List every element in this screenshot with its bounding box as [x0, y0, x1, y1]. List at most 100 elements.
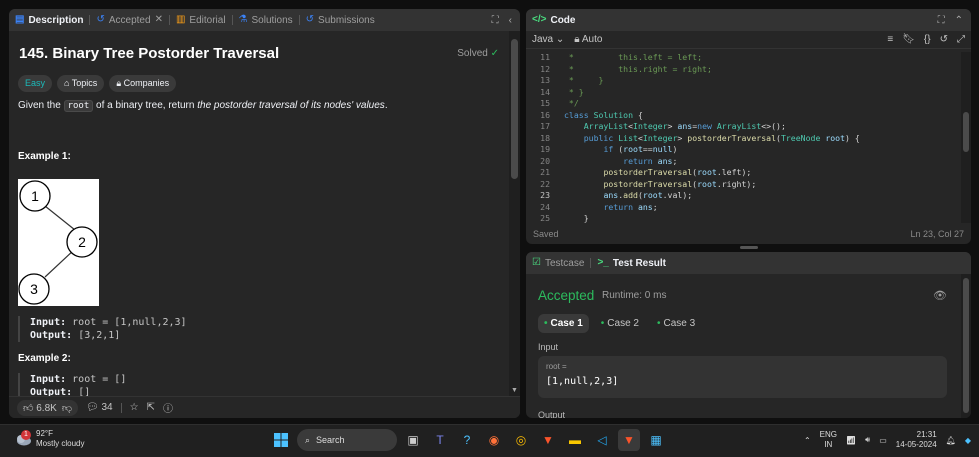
file-explorer-icon[interactable]: ▬ [564, 429, 586, 451]
scroll-thumb[interactable] [511, 39, 518, 179]
input-value: root = [] [72, 374, 127, 385]
code-line[interactable]: 19 if (root==null) [526, 144, 961, 156]
comments-button[interactable]: 💬︎ 34 [86, 402, 113, 413]
output-label: Output: [30, 387, 73, 396]
firefox-icon[interactable]: ◉ [483, 429, 505, 451]
share-icon[interactable]: ⇱ [147, 402, 155, 413]
autocomplete-mode[interactable]: 🔒︎ Auto [574, 34, 602, 45]
line-number: 22 [540, 178, 550, 189]
windows-start-icon[interactable] [270, 429, 292, 451]
code-editor[interactable]: 11 * this.left = left; 12 * this.right = … [526, 52, 961, 223]
code-line[interactable]: 12 * this.right = right; [526, 64, 961, 76]
code-line[interactable]: 14 * } [526, 87, 961, 99]
code-line[interactable]: 22 postorderTraversal(root.right); [526, 179, 961, 191]
code-line[interactable]: 11 * this.left = left; [526, 52, 961, 64]
test-scrollbar[interactable] [961, 274, 971, 418]
reset-icon[interactable]: ↺ [940, 34, 948, 45]
language-indicator[interactable]: ENG IN [820, 430, 837, 450]
panel-resize-handle[interactable] [740, 246, 758, 249]
teams-icon[interactable]: T [429, 429, 451, 451]
output-section-label: Output [538, 410, 566, 418]
description-scrollbar[interactable]: ▼ [509, 31, 520, 396]
editor-scrollbar[interactable] [961, 52, 971, 223]
volume-icon[interactable]: 🔊︎ [865, 435, 870, 445]
thumbs-down-icon[interactable]: 👎︎ [62, 402, 72, 414]
scroll-down-icon[interactable]: ▼ [511, 387, 518, 394]
chrome-icon[interactable]: ◎ [510, 429, 532, 451]
code-line[interactable]: 24 return ans; [526, 202, 961, 214]
code-text: ArrayList<Integer> ans=new ArrayList<>()… [583, 121, 786, 131]
brave-active-icon[interactable]: ▼ [618, 429, 640, 451]
test-panel: ☑ Testcase >_ Test Result Accepted Runti… [526, 252, 971, 418]
solved-status: Solved ✓ [457, 48, 499, 59]
output-value: [3,2,1] [78, 330, 121, 341]
case-tab-2[interactable]: • Case 2 [595, 314, 645, 333]
collapse-icon[interactable]: ‹ [509, 15, 512, 26]
like-button[interactable]: 👍︎ 6.8K [23, 402, 57, 414]
code-text: } [564, 213, 589, 223]
language-select[interactable]: Java ⌄ [532, 34, 564, 45]
code-line[interactable]: 20 return ans; [526, 156, 961, 168]
help-app-icon[interactable]: ? [456, 429, 478, 451]
tab-code[interactable]: </> Code [526, 9, 581, 31]
code-line[interactable]: 25 } [526, 213, 961, 223]
battery-icon[interactable]: ▭ [879, 436, 887, 445]
companies-chip[interactable]: 🔒︎ Companies [109, 75, 177, 92]
chevron-up-icon[interactable]: ⌃ [955, 15, 963, 26]
bookmark-icon[interactable]: 🔖︎ [902, 34, 915, 45]
inline-code: root [63, 100, 94, 112]
maximize-icon[interactable]: ⛶ [492, 15, 499, 26]
code-line[interactable]: 21 postorderTraversal(root.left); [526, 167, 961, 179]
help-icon[interactable]: ⓘ [163, 400, 173, 415]
fullscreen-icon[interactable]: ⤢ [957, 34, 965, 45]
code-line[interactable]: 13 * } [526, 75, 961, 87]
code-line[interactable]: 16 class Solution { [526, 110, 961, 122]
tab-accepted[interactable]: ↺ Accepted ✕ [90, 9, 168, 31]
output-label: Output: [30, 330, 73, 341]
code-icon: </> [532, 14, 547, 25]
weather-widget[interactable]: 1 92°F Mostly cloudy [14, 429, 84, 449]
tree-edge [44, 248, 76, 278]
check-circle-icon: ✓ [490, 48, 499, 59]
wifi-icon[interactable]: 📶︎ [846, 436, 856, 445]
tab-description[interactable]: ▤ Description [9, 9, 89, 31]
tab-editorial[interactable]: ▥ Editorial [170, 9, 232, 31]
tree-node-label: 2 [78, 234, 86, 250]
lock-icon: 🔒︎ [116, 78, 122, 88]
code-line[interactable]: 15 */ [526, 98, 961, 110]
scroll-thumb[interactable] [963, 112, 969, 152]
task-view-icon[interactable]: ▣ [402, 429, 424, 451]
star-icon[interactable]: ☆ [130, 402, 139, 413]
chip-label: Companies [123, 78, 170, 88]
tab-testcase[interactable]: ☑ Testcase [526, 252, 590, 274]
code-line[interactable]: 23 ans.add(root.val); [526, 190, 961, 202]
clock[interactable]: 21:31 14-05-2024 [896, 430, 937, 450]
app-icon[interactable]: ▦ [645, 429, 667, 451]
format-icon[interactable]: ≡ [887, 34, 893, 45]
code-line[interactable]: 17 ArrayList<Integer> ans=new ArrayList<… [526, 121, 961, 133]
taskbar-search[interactable]: ⌕ Search [297, 429, 397, 451]
chevron-up-icon[interactable]: ⌃ [804, 436, 811, 445]
pass-dot: • [600, 318, 605, 329]
problem-description: Given the root of a binary tree, return … [18, 100, 388, 112]
likes-count: 6.8K [36, 402, 57, 414]
copilot-icon[interactable]: ◆ [965, 436, 971, 445]
case-tab-1[interactable]: • Case 1 [538, 314, 589, 333]
vscode-icon[interactable]: ◁ [591, 429, 613, 451]
brave-icon[interactable]: ▼ [537, 429, 559, 451]
scroll-thumb[interactable] [963, 278, 969, 413]
tab-submissions[interactable]: ↺ Submissions [300, 9, 381, 31]
notification-bell-icon[interactable]: 🔔︎ [946, 436, 956, 445]
topics-chip[interactable]: ⌂ Topics [57, 75, 105, 92]
variable-name: root = [546, 362, 567, 371]
case-tab-3[interactable]: • Case 3 [651, 314, 701, 333]
tab-solutions[interactable]: ⚗ Solutions [233, 9, 299, 31]
tab-test-result[interactable]: >_ Test Result [591, 252, 672, 274]
maximize-icon[interactable]: ⛶ [938, 15, 945, 26]
eye-icon[interactable]: 👁︎ [933, 289, 947, 302]
code-text: * this.left = left; [564, 52, 703, 62]
close-icon[interactable]: ✕ [155, 15, 163, 25]
braces-icon[interactable]: {} [924, 34, 931, 45]
code-line[interactable]: 18 public List<Integer> postorderTravers… [526, 133, 961, 145]
difficulty-badge: Easy [18, 75, 53, 92]
